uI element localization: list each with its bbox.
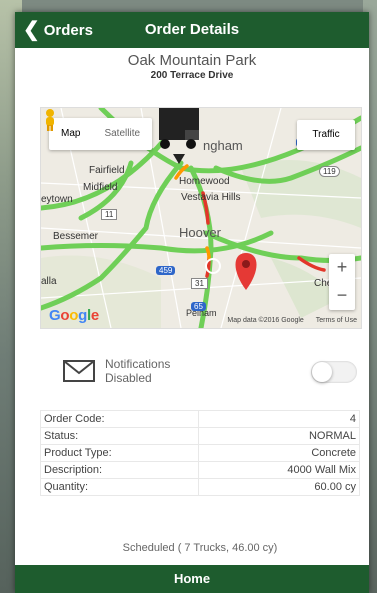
row-label: Quantity: [39,478,200,496]
toggle-knob [312,362,332,382]
back-button-label: Orders [43,21,93,39]
chevron-left-icon: ❮ [23,19,40,41]
row-label: Status: [39,427,200,445]
map-attribution: Map data ©2016 Google Terms of Use [217,317,357,324]
location-address: 200 Terrace Drive [150,70,234,81]
home-button[interactable]: Home [15,565,369,593]
row-value: 60.00 cy [198,478,360,496]
map-label-eytown: eytown [41,194,73,205]
row-value: NORMAL [198,427,360,445]
row-label: Description: [39,461,200,479]
row-value: Concrete [198,444,360,462]
map-data-text: Map data ©2016 Google [227,317,304,324]
app-screen: ❮ Orders Order Details Oak Mountain Park… [15,12,369,593]
row-label: Product Type: [39,444,200,462]
map-label-alla: alla [41,276,57,287]
back-button[interactable]: ❮ Orders [23,12,93,48]
map-label-birmingham: ngham [203,138,243,153]
order-details-table: Order Code: 4 Status: NORMAL Product Type: Co… [39,410,360,496]
terms-link[interactable]: Terms of Use [316,317,357,324]
location-name: Oak Mountain Park [127,52,257,69]
notifications-label-line2: Disabled [105,371,152,385]
map-label-shield-459: 459 [156,266,176,275]
notifications-toggle[interactable] [311,361,357,383]
zoom-out-button[interactable]: − [329,282,355,310]
map-label-bessemer: Bessemer [53,231,99,242]
pegman-icon[interactable] [41,108,59,132]
table-row: Order Code: 4 [39,410,360,428]
envelope-icon [63,360,95,382]
table-row: Product Type: Concrete [39,444,360,462]
table-row: Quantity: 60.00 cy [39,478,360,496]
schedule-status: Scheduled ( 7 Trucks, 46.00 cy) [122,542,278,554]
table-row: Status: NORMAL [39,427,360,445]
zoom-in-button[interactable]: + [329,254,355,282]
map-type-control: Map Satellite [49,118,153,150]
map-label-shield-11: 11 [101,209,118,220]
map-label-shield-65: 65 [191,302,206,311]
row-label: Order Code: [39,410,200,428]
notifications-label: Notifications Disabled [105,357,170,385]
map-label-shield-31: 31 [191,278,208,289]
notifications-row: Notifications Disabled [63,357,363,397]
map-view[interactable]: ngham Fairfield Midfield eytown Homewood… [40,107,362,329]
row-value: 4 [198,410,360,428]
zoom-control: + − [329,254,355,310]
map-label-vestavia: Vestavia Hills [181,192,241,203]
map-type-satellite-button[interactable]: Satellite [92,118,152,150]
map-label-hoover: Hoover [179,225,221,240]
map-label-midfield: Midfield [83,182,118,193]
table-row: Description: 4000 Wall Mix [39,461,360,479]
map-label-homewood: Homewood [179,176,230,187]
map-label-shield-119: 119 [319,166,340,177]
header-bar: ❮ Orders Order Details [15,12,369,48]
notifications-label-line1: Notifications [105,357,171,371]
google-logo: Google [49,307,99,324]
row-value: 4000 Wall Mix [198,461,360,479]
traffic-button[interactable]: Traffic [297,120,355,150]
map-label-fairfield: Fairfield [89,165,125,176]
